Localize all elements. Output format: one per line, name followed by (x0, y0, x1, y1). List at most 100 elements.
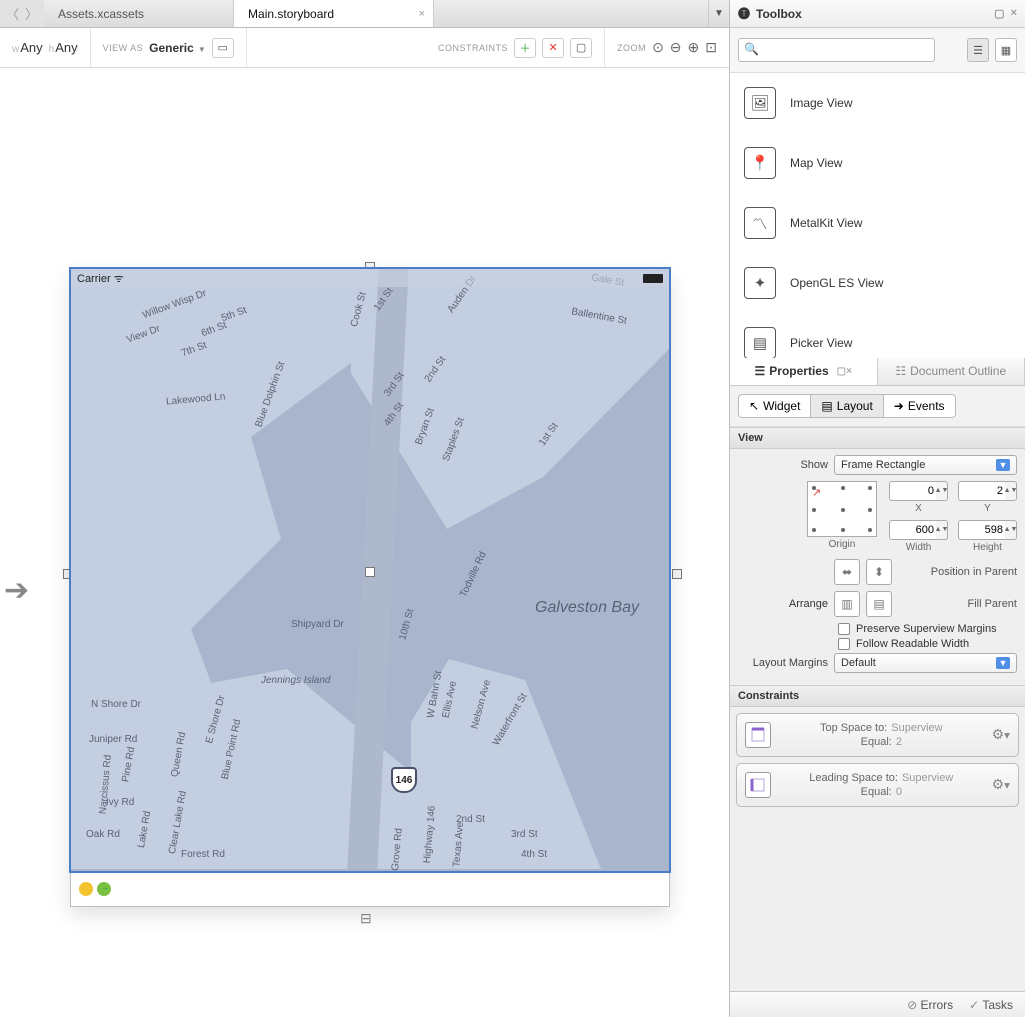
undock-icon[interactable]: ▢ (837, 366, 846, 377)
toolbox-item[interactable]: ✦OpenGL ES View (730, 253, 1025, 313)
stepper-icon[interactable]: ▲▼ (1005, 481, 1017, 501)
position-parent-label: Position in Parent (898, 566, 1017, 578)
toolbox-header: 🅣 Toolbox ▢× (730, 0, 1025, 28)
undock-icon[interactable]: ▢ (994, 7, 1004, 20)
orientation-icon[interactable]: ▭ (212, 38, 234, 58)
size-class-h[interactable]: hAny (49, 40, 78, 55)
cursor-icon: ↖ (749, 399, 759, 413)
preserve-margins-checkbox[interactable] (838, 623, 850, 635)
toolbox-item-label: Map View (790, 156, 842, 170)
nav-forward-icon[interactable]: 〉 (25, 4, 38, 23)
toolbox-search-input[interactable] (738, 38, 935, 62)
frames-icon[interactable]: ▢ (570, 38, 592, 58)
list-view-icon[interactable]: ☰ (967, 38, 989, 62)
show-label: Show (738, 459, 828, 471)
fill-h-icon[interactable]: ▥ (834, 591, 860, 617)
segue-arrow-icon: ➔ (4, 573, 29, 608)
events-segment[interactable]: ➜Events (883, 394, 956, 418)
outline-icon: ☷ (895, 364, 906, 378)
status-bar: Carrier ᯤ (71, 269, 669, 287)
scene-dock (71, 871, 669, 906)
layout-segment[interactable]: ▤Layout (810, 394, 883, 418)
tab-storyboard[interactable]: Main.storyboard × (234, 0, 434, 27)
axes-icon: ✦ (744, 267, 776, 299)
gear-icon[interactable]: ⚙▾ (992, 726, 1010, 743)
view-as-select[interactable]: Generic▼ (149, 41, 206, 55)
toolbox-item[interactable]: 〽 MetalKit View (730, 193, 1025, 253)
properties-icon: ☰ (755, 364, 766, 378)
origin-picker[interactable]: ↗ (807, 481, 877, 537)
selection-center-handle[interactable] (365, 567, 375, 577)
toolbox-list[interactable]: 🖼Image View📍Map View 〽 MetalKit View ✦OpenG… (730, 73, 1025, 358)
show-select[interactable]: Frame Rectangle▼ (834, 455, 1017, 475)
fill-v-icon[interactable]: ▤ (866, 591, 892, 617)
toolbox-item[interactable]: ▤Picker View (730, 313, 1025, 358)
toolbox-icon: 🅣 (738, 5, 750, 22)
toolbox-item-label: MetalKit View (790, 216, 862, 230)
nav-back-icon[interactable]: 〈 (6, 4, 19, 23)
resize-handle[interactable] (672, 569, 682, 579)
properties-tab[interactable]: ☰ Properties ▢× (730, 358, 878, 385)
add-constraint-icon[interactable]: ＋ (514, 38, 536, 58)
tab-label: Main.storyboard (248, 7, 334, 21)
readable-width-checkbox[interactable] (838, 638, 850, 650)
exit-icon[interactable] (97, 882, 111, 896)
zoom-in-icon[interactable]: ⊕ (688, 39, 700, 56)
layout-margins-label: Layout Margins (738, 657, 828, 669)
fill-parent-label: Fill Parent (898, 598, 1017, 610)
map-bay-label: Galveston Bay (535, 599, 639, 617)
tab-assets[interactable]: Assets.xcassets (44, 0, 234, 27)
height-field[interactable] (958, 520, 1008, 540)
view-section-header: View (730, 427, 1025, 449)
highway-shield: 146 (391, 767, 417, 793)
constraint-leading[interactable]: Leading Space to:Superview Equal:0 ⚙▾ (736, 763, 1019, 807)
map-view[interactable]: Carrier ᯤ Galveston Bay 146 Gale St B (71, 269, 669, 871)
origin-label: Origin (829, 539, 856, 550)
stepper-icon[interactable]: ▲▼ (1005, 520, 1017, 540)
design-canvas[interactable]: ➔ ⊟ Carrier ᯤ Galvesto (0, 68, 729, 1017)
constraint-top[interactable]: Top Space to:Superview Equal:2 ⚙▾ (736, 713, 1019, 757)
layout-icon: ▤ (821, 399, 832, 413)
metal-icon: 〽 (744, 207, 776, 239)
constraints-section-header: Constraints (730, 685, 1025, 707)
y-field[interactable] (958, 481, 1008, 501)
zoom-fit-icon[interactable]: ⊙ (652, 39, 664, 56)
constraint-leading-icon (745, 772, 771, 798)
size-class-w[interactable]: wAny (12, 40, 43, 55)
resize-handle[interactable]: ⊟ (360, 910, 378, 924)
close-icon[interactable]: × (846, 366, 852, 377)
tasks-button[interactable]: Tasks (969, 998, 1013, 1012)
layout-margins-select[interactable]: Default▼ (834, 653, 1017, 673)
document-tabs: 〈 〉 Assets.xcassets Main.storyboard × ▼ (0, 0, 729, 28)
gear-icon[interactable]: ⚙▾ (992, 776, 1010, 793)
grid-view-icon[interactable]: ▦ (995, 38, 1017, 62)
close-icon[interactable]: × (1011, 7, 1017, 20)
position-v-icon[interactable]: ⬍ (866, 559, 892, 585)
remove-constraint-icon[interactable]: ✕ (542, 38, 564, 58)
constraint-top-icon (745, 722, 771, 748)
arrange-label: Arrange (738, 598, 828, 610)
stepper-icon[interactable]: ▲▼ (936, 481, 948, 501)
widget-segment[interactable]: ↖Widget (738, 394, 811, 418)
status-bar-footer: Errors Tasks (730, 991, 1025, 1017)
position-h-icon[interactable]: ⬌ (834, 559, 860, 585)
designer-toolbar: wAny hAny VIEW AS Generic▼ ▭ CONSTRAINTS… (0, 28, 729, 68)
tab-overflow-icon[interactable]: ▼ (709, 0, 729, 27)
zoom-out-icon[interactable]: ⊖ (670, 39, 682, 56)
stepper-icon[interactable]: ▲▼ (936, 520, 948, 540)
zoom-actual-icon[interactable]: ⊡ (705, 39, 717, 56)
wifi-icon: ᯤ (114, 273, 124, 285)
toolbox-item[interactable]: 🖼Image View (730, 73, 1025, 133)
width-field[interactable] (889, 520, 939, 540)
battery-icon (643, 274, 663, 283)
toolbox-item-label: Image View (790, 96, 852, 110)
document-outline-tab[interactable]: ☷ Document Outline (878, 358, 1025, 385)
toolbox-item-label: Picker View (790, 336, 852, 350)
close-icon[interactable]: × (419, 8, 425, 20)
toolbox-item[interactable]: 📍Map View (730, 133, 1025, 193)
first-responder-icon[interactable] (79, 882, 93, 896)
errors-button[interactable]: Errors (907, 998, 953, 1012)
device-frame[interactable]: Carrier ᯤ Galveston Bay 146 Gale St B (70, 268, 670, 907)
x-field[interactable] (889, 481, 939, 501)
zoom-label: ZOOM (617, 43, 646, 53)
